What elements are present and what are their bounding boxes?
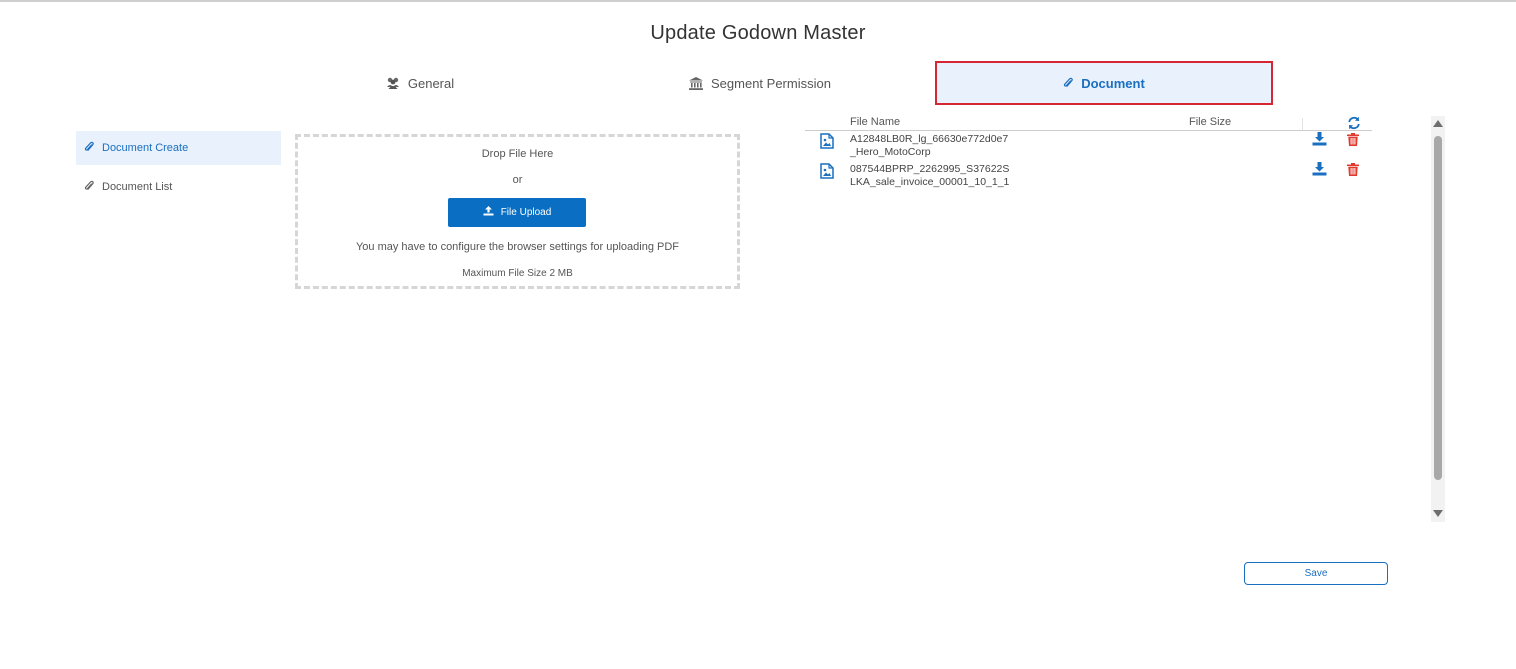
image-file-icon [820, 133, 834, 154]
paperclip-icon [84, 180, 94, 195]
vertical-scrollbar[interactable] [1431, 116, 1445, 522]
scroll-down-arrow-icon[interactable] [1433, 510, 1443, 517]
header-underline [805, 130, 1372, 131]
paperclip-icon [84, 141, 94, 156]
sidebar-item-document-list[interactable]: Document List [76, 170, 281, 204]
max-file-size-text: Maximum File Size 2 MB [462, 268, 573, 279]
delete-icon[interactable] [1347, 163, 1359, 181]
browser-settings-note: You may have to configure the browser se… [355, 241, 680, 253]
tab-general[interactable]: General [260, 63, 580, 103]
top-border [0, 0, 1516, 2]
sidebar-item-document-create[interactable]: Document Create [76, 131, 281, 165]
file-upload-label: File Upload [500, 207, 552, 218]
page-title: Update Godown Master [650, 22, 866, 44]
or-text: or [512, 174, 523, 186]
header-divider [1302, 118, 1303, 130]
scrollbar-thumb[interactable] [1434, 136, 1442, 480]
file-size-header: File Size [1189, 116, 1232, 128]
image-file-icon [820, 163, 834, 184]
bank-icon [689, 76, 704, 90]
file-name: A12848LB0R_lg_66630e772d0e7_Hero_MotoCor… [850, 133, 1009, 158]
save-button[interactable]: Save [1244, 562, 1388, 585]
upload-icon [483, 206, 494, 219]
file-upload-button[interactable]: File Upload [448, 198, 586, 227]
drop-file-text: Drop File Here [481, 148, 554, 160]
paperclip-icon [1063, 77, 1074, 89]
scroll-up-arrow-icon[interactable] [1433, 120, 1443, 127]
download-icon[interactable] [1312, 162, 1327, 181]
download-icon[interactable] [1312, 132, 1327, 151]
delete-icon[interactable] [1347, 133, 1359, 151]
file-drop-zone[interactable]: Drop File Here or File Upload You may ha… [295, 134, 740, 289]
file-name: 087544BPRP_2262995_S37622SLKA_sale_invoi… [850, 163, 1010, 188]
users-icon [386, 77, 400, 89]
tab-document-label: Document [1081, 75, 1145, 91]
sidebar-item-label: Document List [102, 181, 173, 193]
tab-segment-label: Segment Permission [711, 75, 831, 91]
tab-segment-permission[interactable]: Segment Permission [600, 63, 920, 103]
tab-document[interactable]: Document [935, 61, 1273, 105]
file-name-header: File Name [850, 116, 901, 128]
tab-general-label: General [407, 75, 455, 91]
sidebar-item-label: Document Create [102, 142, 189, 154]
